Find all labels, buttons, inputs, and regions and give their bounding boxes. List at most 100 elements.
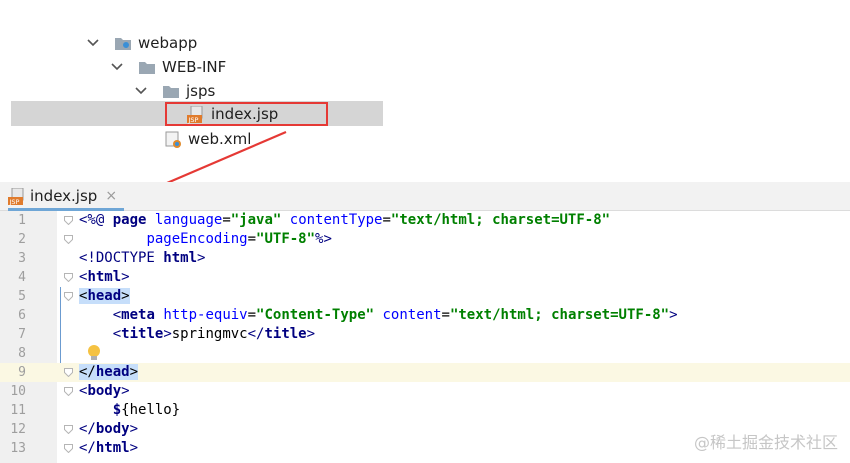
code-token: > <box>129 440 139 456</box>
code-text: <meta http-equiv="Content-Type" content=… <box>79 306 678 325</box>
line-number: 13 <box>10 441 26 456</box>
code-token: language <box>154 212 223 228</box>
code-line[interactable]: 2 pageEncoding="UTF-8"%> <box>0 230 850 249</box>
code-line[interactable]: 10 <body> <box>0 382 850 401</box>
line-number: 1 <box>18 213 26 228</box>
fold-marker-icon[interactable] <box>64 368 73 377</box>
code-line[interactable]: 5 <head> <box>0 287 850 306</box>
code-line[interactable]: 3 <!DOCTYPE html> <box>0 249 850 268</box>
code-editor[interactable]: 1 <%@ page language="java" contentType="t… <box>0 211 850 463</box>
code-text: </head> <box>79 363 139 382</box>
code-token: {hello} <box>121 402 181 418</box>
code-token: head <box>87 288 122 304</box>
close-icon[interactable]: × <box>105 188 117 204</box>
code-text: pageEncoding="UTF-8"%> <box>79 230 332 249</box>
tab-index-jsp[interactable]: JSP index.jsp × <box>8 182 117 210</box>
code-token: contentType <box>289 212 383 228</box>
code-token: meta <box>121 307 164 323</box>
line-number: 5 <box>18 289 26 304</box>
fold-marker-icon[interactable] <box>64 444 73 453</box>
code-token: > <box>129 421 139 437</box>
line-number: 11 <box>10 403 26 418</box>
code-text: <title>springmvc</title> <box>79 325 315 344</box>
code-text: </body> <box>79 420 138 439</box>
code-text: <body> <box>79 382 130 401</box>
code-line[interactable]: 4 <html> <box>0 268 850 287</box>
code-token: "text/html; charset=UTF-8" <box>390 212 611 228</box>
code-token: html <box>87 269 122 285</box>
code-line[interactable]: 9 </head> <box>0 363 850 382</box>
line-number: 8 <box>18 346 26 361</box>
svg-text:JSP: JSP <box>9 198 20 206</box>
line-number: 6 <box>18 308 26 323</box>
line-number: 7 <box>18 327 26 342</box>
code-token: < <box>112 307 122 323</box>
code-token: pageEncoding <box>146 231 248 247</box>
lightbulb-icon[interactable] <box>87 344 101 362</box>
code-token: </ <box>79 440 96 456</box>
code-token: content <box>382 307 442 323</box>
code-token: < <box>112 326 122 342</box>
editor-tab-bar: JSP index.jsp × <box>0 182 850 211</box>
code-line[interactable]: 1 <%@ page language="java" contentType="t… <box>0 211 850 230</box>
code-line[interactable]: 7 <title>springmvc</title> <box>0 325 850 344</box>
code-token: > <box>306 326 316 342</box>
code-token: body <box>87 383 122 399</box>
code-token: "java" <box>230 212 282 228</box>
code-token: $ <box>112 402 122 418</box>
code-token: "UTF-8" <box>256 231 316 247</box>
tab-label: index.jsp <box>30 187 98 205</box>
code-token: > <box>197 250 206 266</box>
line-number: 9 <box>18 365 26 380</box>
watermark: @稀土掘金技术社区 <box>693 433 838 452</box>
code-text: <!DOCTYPE html> <box>79 249 205 268</box>
code-token: "text/html; charset=UTF-8" <box>449 307 670 323</box>
code-token: title <box>121 326 164 342</box>
code-line[interactable]: 6 <meta http-equiv="Content-Type" conten… <box>0 306 850 325</box>
code-token: </ <box>247 326 265 342</box>
code-token: springmvc <box>171 326 248 342</box>
code-token: > <box>121 383 130 399</box>
code-text: <%@ page language="java" contentType="te… <box>79 211 610 230</box>
code-token: = <box>247 231 257 247</box>
code-token: > <box>121 269 130 285</box>
code-text: ${hello} <box>79 401 180 420</box>
code-token: > <box>163 326 172 342</box>
code-token: body <box>95 421 130 437</box>
code-text: </html> <box>79 439 138 458</box>
code-line[interactable]: 8 <box>0 344 850 363</box>
line-number: 4 <box>18 270 26 285</box>
code-text: <head> <box>79 287 130 306</box>
code-token: html <box>95 440 130 456</box>
code-token: > <box>121 288 130 304</box>
fold-marker-icon[interactable] <box>64 425 73 434</box>
code-token: > <box>129 364 139 380</box>
fold-marker-icon[interactable] <box>64 235 73 244</box>
fold-marker-icon[interactable] <box>64 273 73 282</box>
code-token: = <box>222 212 231 228</box>
code-token: %> <box>315 231 332 247</box>
line-number: 3 <box>18 251 26 266</box>
code-token: "Content-Type" <box>256 307 375 323</box>
code-token: = <box>382 212 391 228</box>
code-token: head <box>95 364 130 380</box>
code-text: <html> <box>79 268 130 287</box>
code-token: page <box>112 212 155 228</box>
line-number: 2 <box>18 232 26 247</box>
code-token: http-equiv <box>163 307 248 323</box>
code-token: title <box>264 326 307 342</box>
code-line[interactable]: 11 ${hello} <box>0 401 850 420</box>
code-token: = <box>441 307 450 323</box>
code-token: = <box>247 307 257 323</box>
code-token: <%@ <box>79 212 113 228</box>
code-token: > <box>669 307 678 323</box>
line-number: 12 <box>10 422 26 437</box>
code-token: </ <box>79 421 96 437</box>
fold-marker-icon[interactable] <box>64 387 73 396</box>
fold-marker-icon[interactable] <box>64 292 73 301</box>
fold-marker-icon[interactable] <box>64 216 73 225</box>
